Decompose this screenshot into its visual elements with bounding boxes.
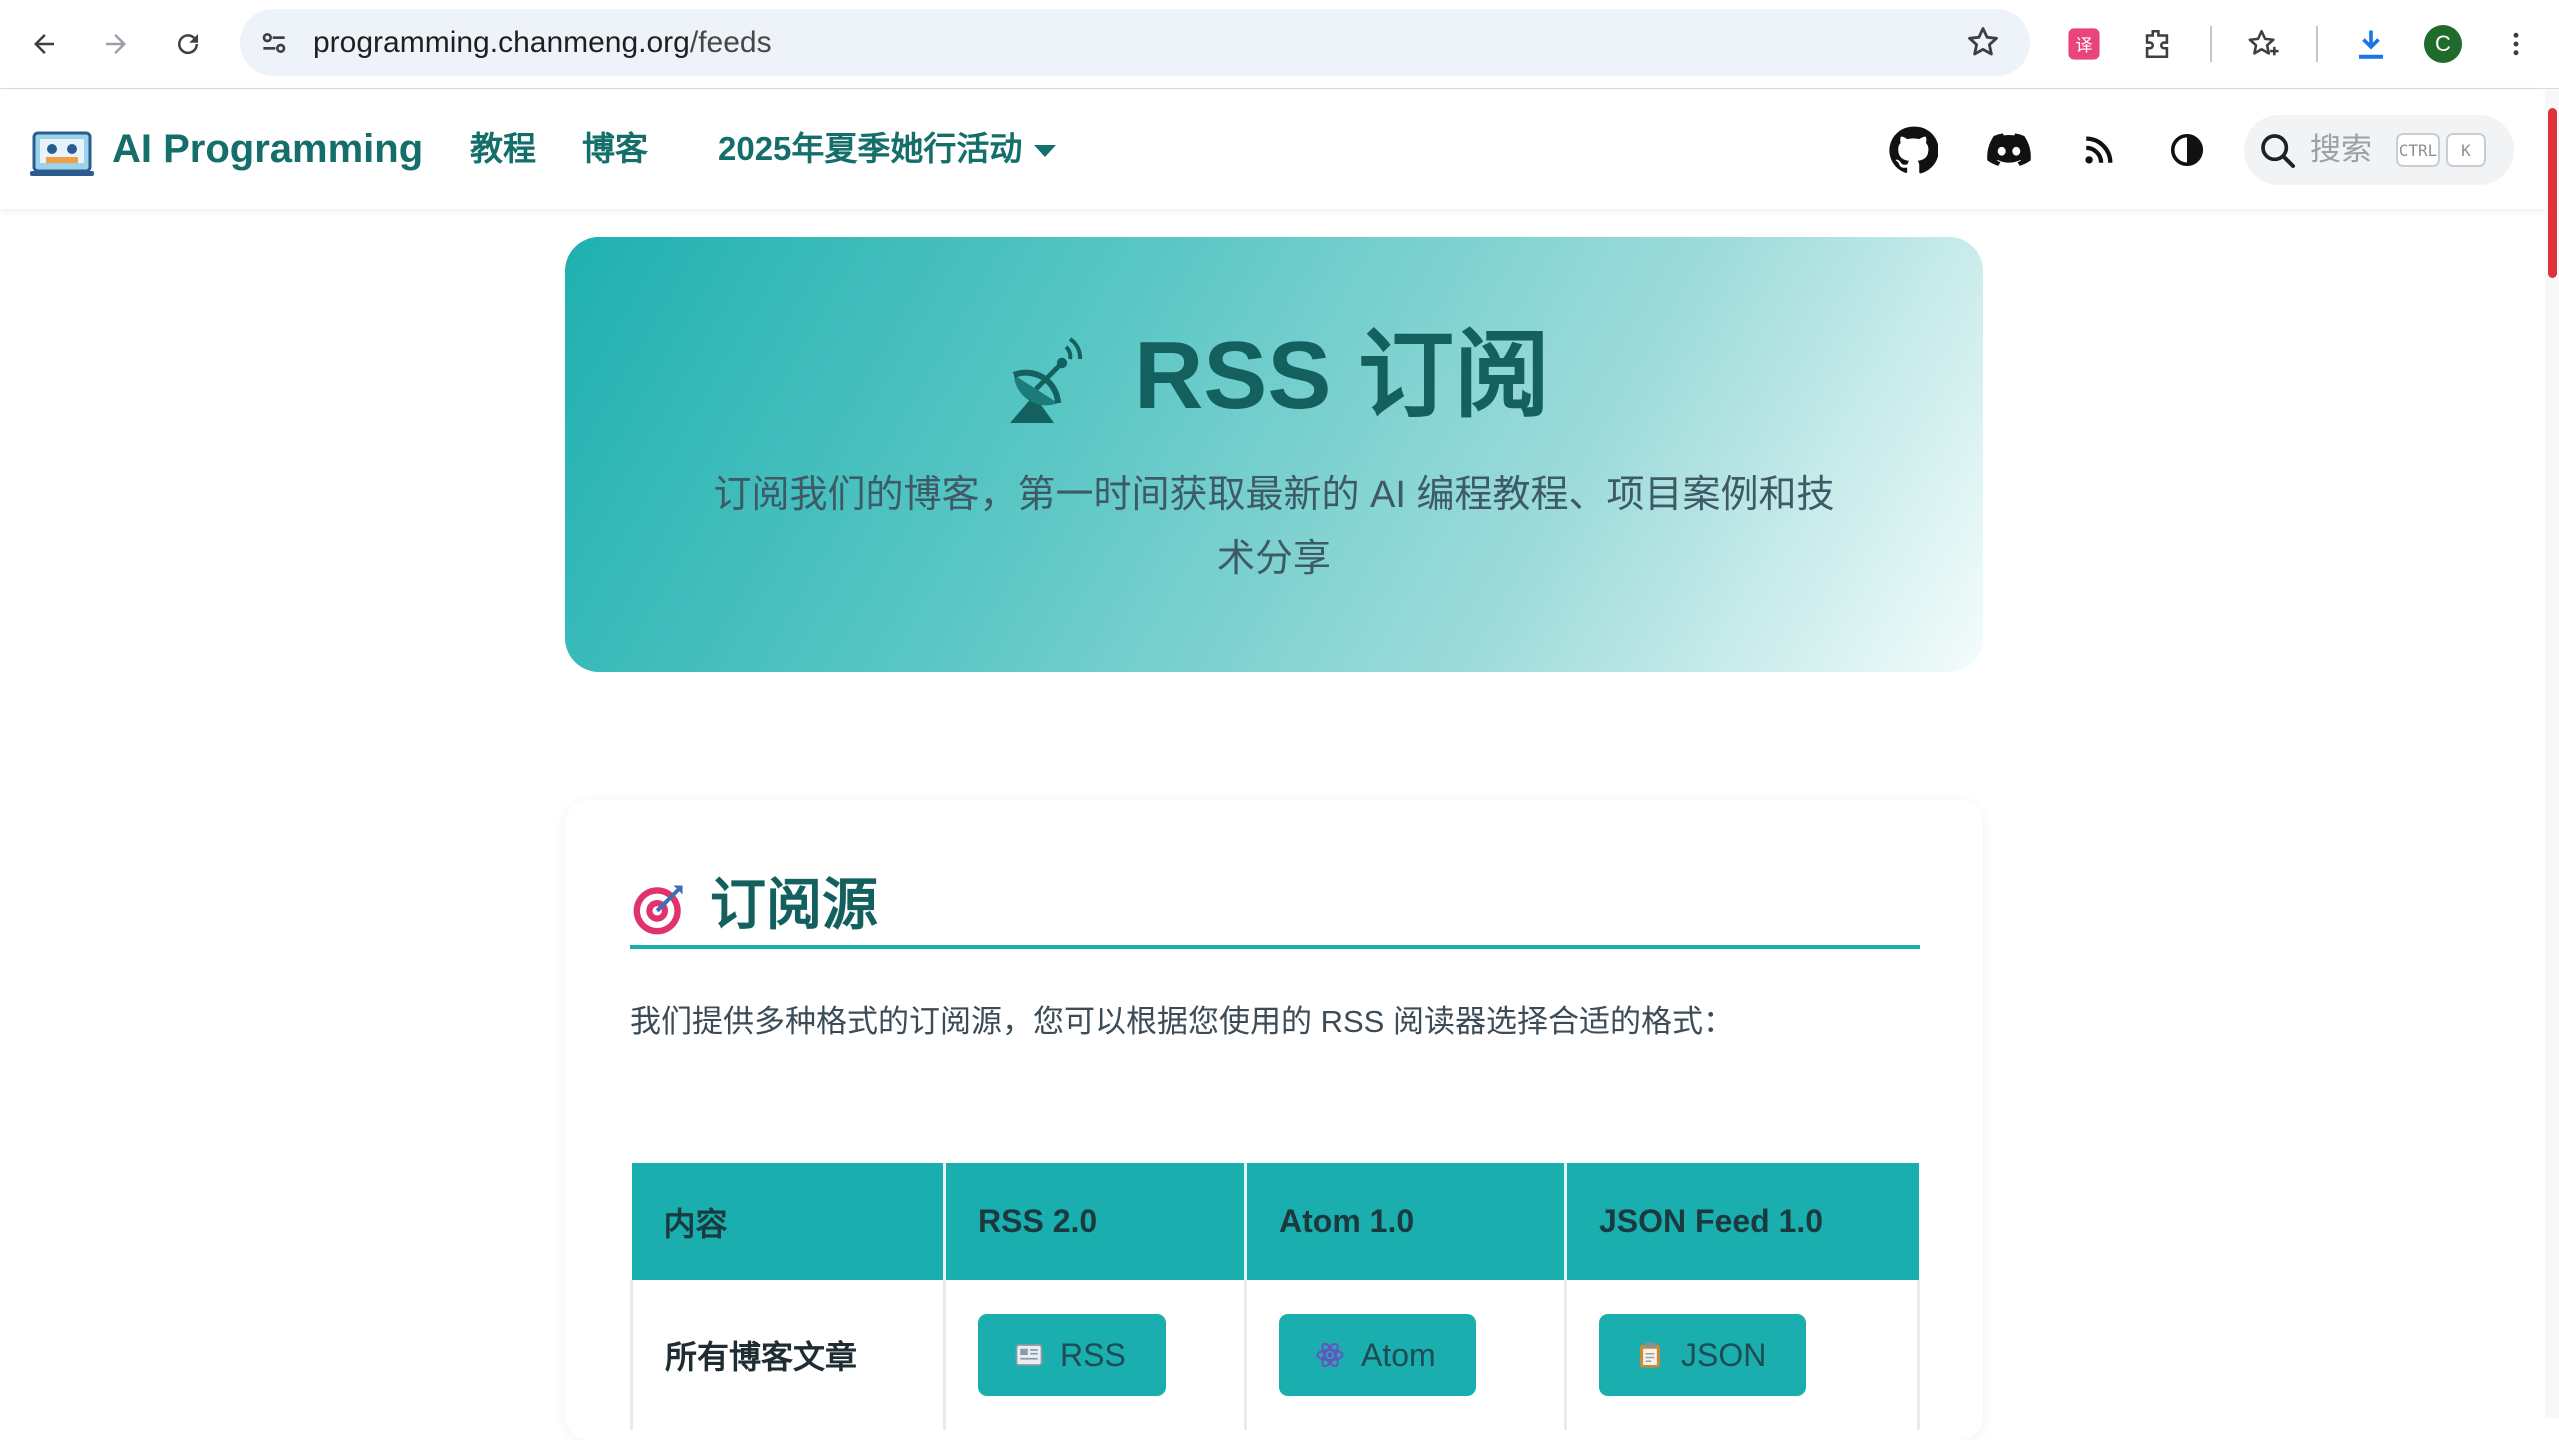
theme-toggle-icon[interactable] xyxy=(2162,125,2212,175)
json-feed-label: JSON xyxy=(1681,1336,1767,1373)
bookmarks-icon[interactable] xyxy=(2240,21,2286,67)
header-json: JSON Feed 1.0 xyxy=(1565,1163,1919,1280)
site-logo-icon[interactable] xyxy=(30,125,94,177)
site-settings-icon[interactable] xyxy=(258,27,290,59)
site-brand[interactable]: AI Programming xyxy=(112,89,423,209)
url-host: programming.chanmeng.org xyxy=(313,26,690,59)
address-bar[interactable]: programming.chanmeng.org/feeds xyxy=(240,9,2030,76)
table-row: 所有博客文章 RSS Atom JSON xyxy=(630,1280,1920,1430)
row-rss-cell: RSS xyxy=(943,1280,1247,1430)
nav-event-label: 2025年夏季她行活动 xyxy=(718,130,1023,167)
search-placeholder: 搜索 xyxy=(2310,132,2372,167)
github-icon[interactable] xyxy=(1888,125,1938,175)
kbd-k: K xyxy=(2446,133,2486,167)
row-atom-cell: Atom xyxy=(1244,1280,1567,1430)
reload-icon xyxy=(178,34,199,55)
url-path: /feeds xyxy=(689,26,772,59)
site-navbar: AI Programming 教程 博客 2025年夏季她行活动 搜索 CTRL… xyxy=(0,89,2545,209)
arrow-right-icon xyxy=(106,34,126,54)
url-text[interactable]: programming.chanmeng.org/feeds xyxy=(313,9,772,76)
nav-event-dropdown[interactable]: 2025年夏季她行活动 xyxy=(718,89,1057,209)
caret-down-icon xyxy=(1034,145,1057,158)
row-content-label: 所有博客文章 xyxy=(630,1280,946,1430)
bookmark-star-icon[interactable] xyxy=(1966,25,2000,59)
hero-title-text: RSS 订阅 xyxy=(1133,322,1551,429)
search-icon xyxy=(2261,134,2295,168)
json-feed-button[interactable]: JSON xyxy=(1599,1314,1807,1396)
back-button[interactable] xyxy=(21,21,67,67)
hero-subtitle-line1: 订阅我们的博客，第一时间获取最新的 AI 编程教程、项目案例和技 xyxy=(713,474,1835,516)
rss-feed-button[interactable]: RSS xyxy=(978,1314,1166,1396)
reload-button[interactable] xyxy=(165,21,211,67)
hero-subtitle-line2: 术分享 xyxy=(1216,538,1331,580)
downloads-icon[interactable] xyxy=(2348,21,2394,67)
forward-button[interactable] xyxy=(93,21,139,67)
section-title: 订阅源 xyxy=(630,860,878,950)
rss-feed-label: RSS xyxy=(1060,1336,1126,1373)
rss-icon[interactable] xyxy=(2074,125,2124,175)
extensions-puzzle-icon[interactable] xyxy=(2134,21,2180,67)
section-divider xyxy=(630,945,1920,949)
header-content: 内容 xyxy=(631,1163,946,1280)
scrollbar-track[interactable] xyxy=(2545,89,2559,1418)
discord-icon[interactable] xyxy=(1984,125,2034,175)
satellite-antenna-icon xyxy=(1009,336,1082,423)
svg-text:译: 译 xyxy=(2076,36,2093,56)
newspaper-icon xyxy=(1015,1344,1043,1366)
table-header-row: 内容 RSS 2.0 Atom 1.0 JSON Feed 1.0 xyxy=(631,1163,1919,1280)
nav-tutorials[interactable]: 教程 xyxy=(470,89,536,209)
nav-blog[interactable]: 博客 xyxy=(582,89,648,209)
header-atom: Atom 1.0 xyxy=(1245,1163,1567,1280)
hero-banner: RSS 订阅 订阅我们的博客，第一时间获取最新的 AI 编程教程、项目案例和技 … xyxy=(565,237,1983,672)
atom-feed-button[interactable]: Atom xyxy=(1279,1314,1476,1396)
browser-toolbar: programming.chanmeng.org/feeds 译 C xyxy=(0,0,2559,89)
section-description: 我们提供多种格式的订阅源，您可以根据您使用的 RSS 阅读器选择合适的格式： xyxy=(630,1004,1734,1039)
atom-icon xyxy=(1316,1342,1344,1368)
clipboard-icon xyxy=(1640,1342,1660,1368)
header-rss: RSS 2.0 xyxy=(944,1163,1247,1280)
section-title-text: 订阅源 xyxy=(710,873,878,936)
feeds-card: 订阅源 我们提供多种格式的订阅源，您可以根据您使用的 RSS 阅读器选择合适的格… xyxy=(565,800,1983,1440)
hero-title: RSS 订阅 xyxy=(565,297,1983,436)
target-dart-icon xyxy=(633,885,683,935)
profile-avatar[interactable]: C xyxy=(2424,25,2462,63)
kbd-ctrl: CTRL xyxy=(2396,133,2440,167)
row-json-cell: JSON xyxy=(1564,1280,1920,1430)
search-button[interactable]: 搜索 CTRL K xyxy=(2244,115,2514,185)
chrome-menu-icon[interactable] xyxy=(2493,21,2539,67)
scrollbar-thumb[interactable] xyxy=(2548,108,2557,278)
feeds-table: 内容 RSS 2.0 Atom 1.0 JSON Feed 1.0 所有博客文章… xyxy=(630,1163,1920,1430)
hero-subtitle: 订阅我们的博客，第一时间获取最新的 AI 编程教程、项目案例和技 术分享 xyxy=(665,463,1883,591)
atom-feed-label: Atom xyxy=(1361,1336,1436,1373)
translate-extension-icon[interactable]: 译 xyxy=(2061,21,2107,67)
arrow-left-icon xyxy=(34,34,54,54)
